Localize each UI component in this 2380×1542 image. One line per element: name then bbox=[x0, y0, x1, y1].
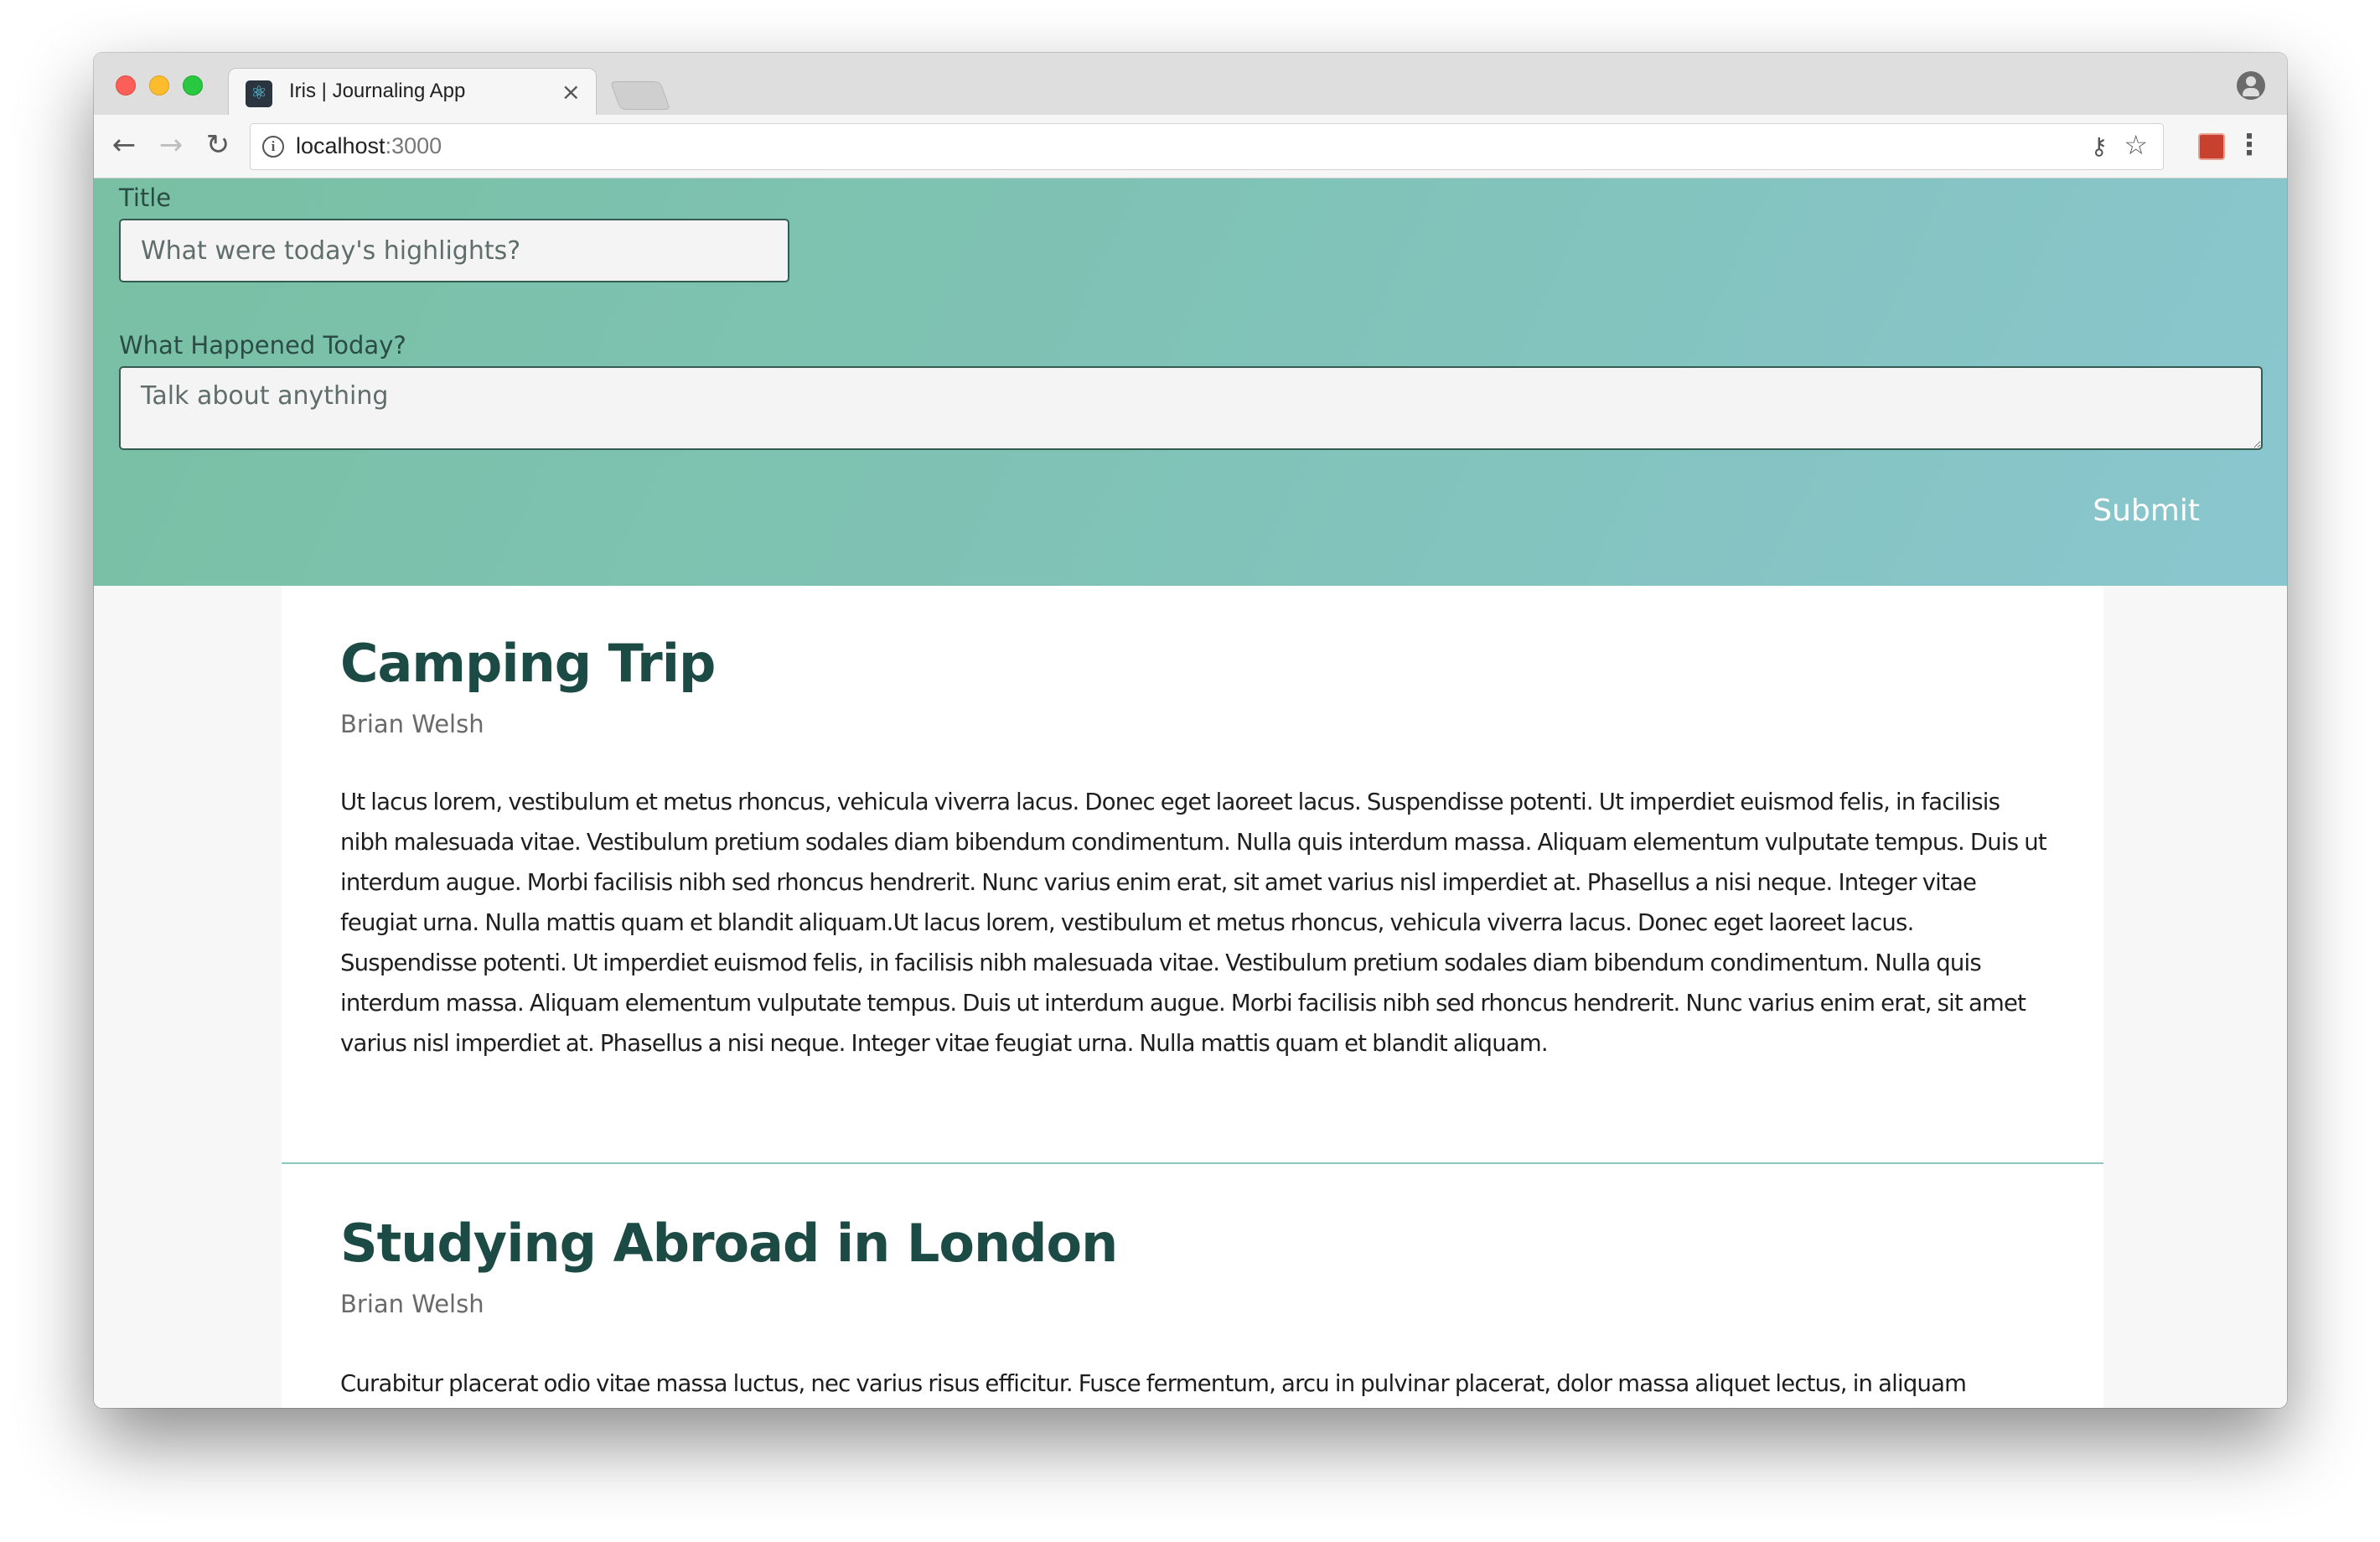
body-label: What Happened Today? bbox=[119, 331, 406, 360]
entries-list: Camping Trip Brian Welsh Ut lacus lorem,… bbox=[282, 586, 2103, 1408]
key-icon[interactable]: ⚷ bbox=[2090, 132, 2108, 160]
entry-author: Brian Welsh bbox=[340, 710, 484, 738]
star-icon[interactable]: ☆ bbox=[2124, 129, 2148, 161]
tab-strip: ⚛ Iris | Journaling App × bbox=[94, 53, 2287, 116]
url-text[interactable]: localhost:3000 bbox=[296, 133, 442, 159]
browser-window: ⚛ Iris | Journaling App × ← → ↻ i localh… bbox=[94, 53, 2287, 1408]
reload-icon[interactable]: ↻ bbox=[201, 128, 235, 162]
info-icon[interactable]: i bbox=[262, 136, 284, 158]
kebab-menu-icon[interactable]: ⋮ bbox=[2235, 128, 2264, 162]
url-host: localhost bbox=[296, 133, 385, 158]
new-tab-button[interactable] bbox=[609, 81, 671, 110]
tab-iris[interactable]: ⚛ Iris | Journaling App × bbox=[228, 68, 597, 116]
extension-icon[interactable] bbox=[2198, 133, 2225, 160]
entry-body: Curabitur placerat odio vitae massa luct… bbox=[340, 1370, 1967, 1397]
entry-card: Studying Abroad in London Brian Welsh Cu… bbox=[282, 1164, 2103, 1408]
address-bar[interactable]: i localhost:3000 ⚷ ☆ bbox=[250, 123, 2164, 170]
title-input[interactable] bbox=[119, 219, 789, 282]
profile-icon[interactable] bbox=[2237, 71, 2265, 100]
entry-title: Studying Abroad in London bbox=[340, 1213, 1118, 1274]
minimize-window-button[interactable] bbox=[149, 75, 169, 96]
react-icon: ⚛ bbox=[246, 80, 272, 107]
entry-body: Ut lacus lorem, vestibulum et metus rhon… bbox=[340, 789, 2047, 1057]
body-textarea[interactable] bbox=[119, 366, 2263, 450]
url-port: :3000 bbox=[385, 133, 442, 158]
entry-title: Camping Trip bbox=[340, 633, 716, 694]
tab-title: Iris | Journaling App bbox=[289, 80, 466, 102]
page-content: Title What Happened Today? Submit Campin… bbox=[94, 179, 2287, 1408]
back-arrow-icon[interactable]: ← bbox=[107, 128, 141, 162]
forward-arrow-icon[interactable]: → bbox=[154, 128, 188, 162]
tab-close-icon[interactable]: × bbox=[561, 78, 581, 106]
submit-button[interactable]: Submit bbox=[2093, 494, 2200, 528]
entry-author: Brian Welsh bbox=[340, 1290, 484, 1318]
close-window-button[interactable] bbox=[116, 75, 136, 96]
browser-toolbar: ← → ↻ i localhost:3000 ⚷ ☆ bbox=[94, 115, 2287, 179]
entry-form: Title What Happened Today? Submit bbox=[94, 179, 2287, 586]
zoom-window-button[interactable] bbox=[183, 75, 203, 96]
title-label: Title bbox=[119, 184, 172, 212]
entry-card: Camping Trip Brian Welsh Ut lacus lorem,… bbox=[282, 586, 2103, 1164]
